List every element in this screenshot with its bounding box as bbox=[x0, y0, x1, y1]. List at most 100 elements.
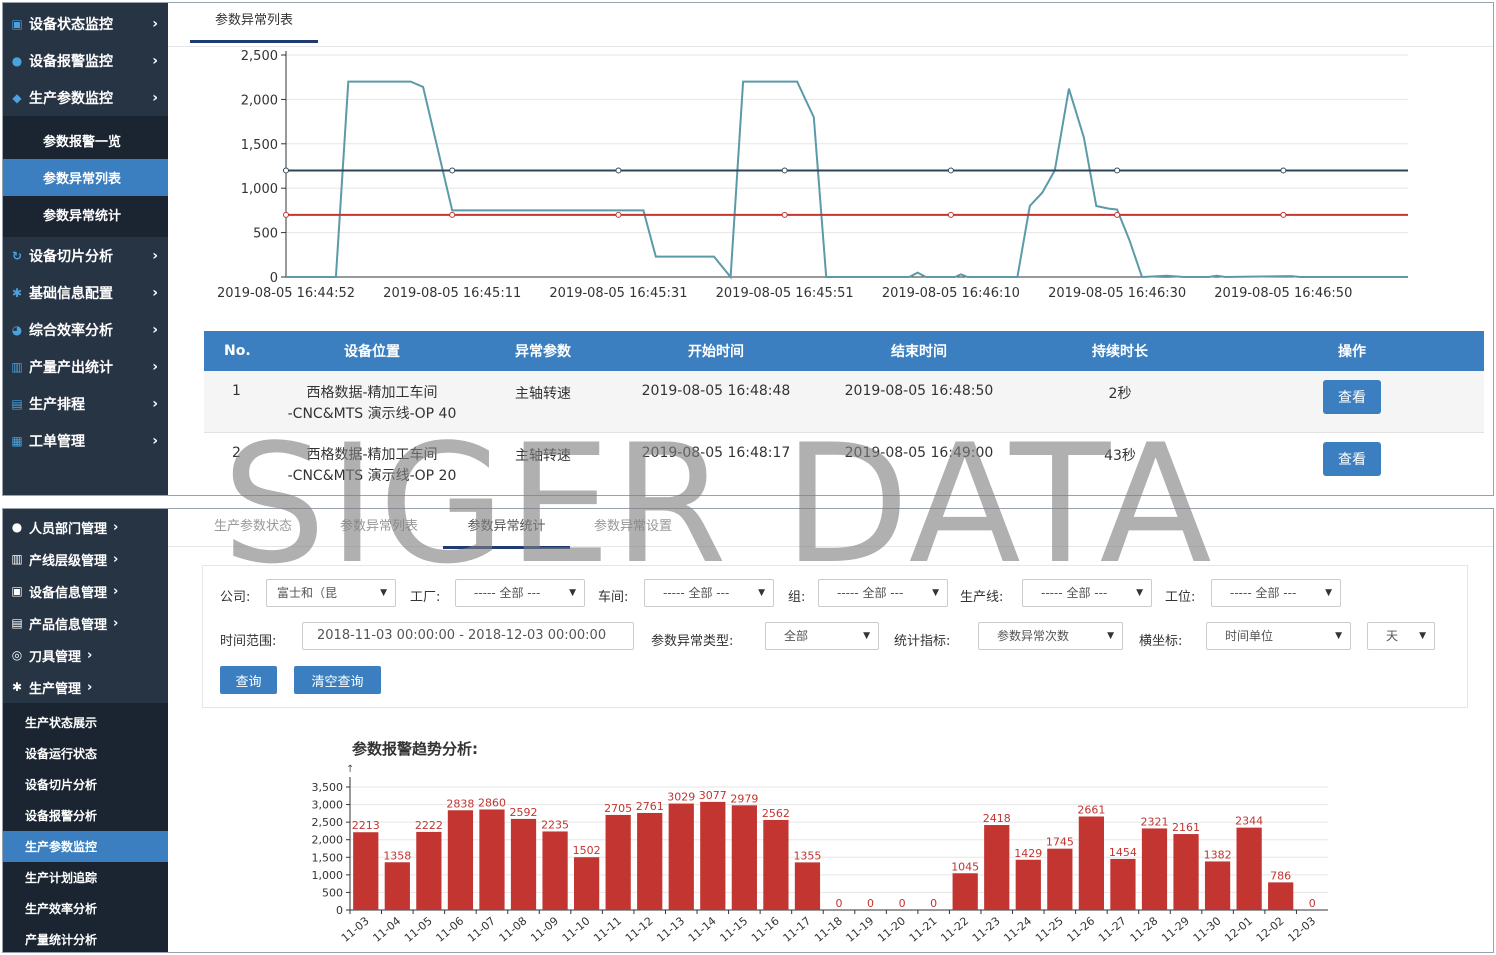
bar-data-label: 786 bbox=[1270, 869, 1291, 882]
sidebar-item-device-info[interactable]: ▣ 设备信息管理 › bbox=[3, 575, 168, 607]
sidebar-item-label: 刀具管理 bbox=[29, 649, 82, 665]
sidebar-subitem-efficiency[interactable]: 生产效率分析 bbox=[3, 893, 168, 924]
sidebar-subitem-plan-tracking[interactable]: 生产计划追踪 bbox=[3, 862, 168, 893]
bar bbox=[384, 862, 410, 910]
tab-param-anomaly-settings[interactable]: 参数异常设置 bbox=[578, 509, 688, 549]
sidebar-subitem-param-anomaly-stats[interactable]: 参数异常统计 bbox=[3, 196, 168, 233]
device-icon: ▣ bbox=[11, 584, 23, 598]
query-button[interactable]: 查询 bbox=[220, 666, 277, 694]
sidebar-item-production[interactable]: ✱ 生产管理 › bbox=[3, 671, 168, 703]
sidebar-item-tools[interactable]: ◎ 刀具管理 › bbox=[3, 639, 168, 671]
threshold-point bbox=[781, 211, 788, 218]
sidebar-subitem-label: 产量统计分析 bbox=[25, 933, 98, 947]
bar bbox=[637, 812, 663, 910]
sidebar-item-personnel[interactable]: ● 人员部门管理 › bbox=[3, 511, 168, 543]
bar-data-label: 1502 bbox=[573, 844, 601, 857]
view-button[interactable]: 查看 bbox=[1323, 380, 1381, 414]
sidebar-item-oee[interactable]: ◕ 综合效率分析 › bbox=[3, 311, 168, 348]
sidebar-item-label: 生产管理 bbox=[29, 681, 82, 697]
bar-data-label: 2344 bbox=[1235, 815, 1263, 828]
sidebar-item-label: 产量产出统计 bbox=[29, 359, 113, 376]
x-tick-label: 11-23 bbox=[970, 914, 1003, 945]
x-tick-label: 11-21 bbox=[907, 914, 940, 945]
x-tick-label: 2019-08-05 16:46:50 bbox=[1214, 286, 1352, 301]
threshold-point bbox=[449, 167, 456, 174]
sidebar-item-device-status[interactable]: ▣ 设备状态监控 › bbox=[3, 5, 168, 42]
top-tabbar: 参数异常列表 bbox=[168, 3, 1493, 47]
factory-value: ----- 全部 --- bbox=[474, 586, 541, 600]
anomaly-type-select[interactable]: 全部 ▼ bbox=[765, 622, 879, 650]
sidebar-subitem-production-status[interactable]: 生产状态展示 bbox=[3, 707, 168, 738]
x-tick-label: 12-01 bbox=[1222, 914, 1255, 945]
sidebar-item-device-slice[interactable]: ↻ 设备切片分析 › bbox=[3, 237, 168, 274]
bar-data-label: 2235 bbox=[541, 818, 569, 831]
factory-select[interactable]: ----- 全部 --- ▼ bbox=[455, 579, 585, 607]
caret-down-icon: ▼ bbox=[569, 588, 576, 598]
sidebar-item-output-stats[interactable]: ▥ 产量产出统计 › bbox=[3, 348, 168, 385]
caret-down-icon: ▼ bbox=[932, 588, 939, 598]
bar bbox=[794, 862, 821, 910]
sidebar-subitem-param-alarm-overview[interactable]: 参数报警一览 bbox=[3, 122, 168, 159]
bar-data-label: 1355 bbox=[793, 849, 821, 862]
sidebar-item-basic-config[interactable]: ✱ 基础信息配置 › bbox=[3, 274, 168, 311]
x-tick-label: 11-17 bbox=[781, 914, 814, 945]
sidebar-subitem-output-analysis[interactable]: 产量统计分析 bbox=[3, 924, 168, 952]
sidebar-item-label: 工单管理 bbox=[29, 433, 85, 450]
time-range-input[interactable]: 2018-11-03 00:00:00 - 2018-12-03 00:00:0… bbox=[302, 622, 634, 650]
xaxis-select[interactable]: 时间单位 ▼ bbox=[1206, 622, 1351, 650]
users-icon: ◆ bbox=[12, 90, 22, 105]
sidebar-subitem-production-params[interactable]: 生产参数监控 bbox=[3, 831, 168, 862]
metric-select[interactable]: 参数异常次数 ▼ bbox=[978, 622, 1123, 650]
sidebar-item-product-info[interactable]: ▤ 产品信息管理 › bbox=[3, 607, 168, 639]
tab-label: 生产参数状态 bbox=[213, 519, 292, 534]
line-select[interactable]: ----- 全部 --- ▼ bbox=[1022, 579, 1152, 607]
table-row: 1 西格数据-精加工车间 -CNC&MTS 演示线-OP 40 主轴转速 201… bbox=[204, 371, 1484, 432]
sidebar-item-scheduling[interactable]: ▤ 生产排程 › bbox=[3, 385, 168, 422]
chevron-right-icon: › bbox=[113, 519, 119, 535]
x-tick-label: 12-02 bbox=[1254, 914, 1287, 945]
bar-data-label: 2705 bbox=[604, 802, 632, 815]
calendar-icon: ▤ bbox=[11, 396, 23, 411]
clear-query-button[interactable]: 清空查询 bbox=[294, 666, 381, 694]
workshop-label: 车间: bbox=[598, 590, 629, 605]
sidebar-item-line-hierarchy[interactable]: ▥ 产线层级管理 › bbox=[3, 543, 168, 575]
bar bbox=[479, 809, 505, 910]
sidebar-item-work-orders[interactable]: ▦ 工单管理 › bbox=[3, 422, 168, 459]
sidebar-subitem-label: 生产计划追踪 bbox=[25, 871, 98, 885]
sidebar-subitem-device-slice[interactable]: 设备切片分析 bbox=[3, 769, 168, 800]
header-param: 异常参数 bbox=[515, 344, 571, 360]
sidebar-subitem-device-running[interactable]: 设备运行状态 bbox=[3, 738, 168, 769]
tab-param-anomaly-stats[interactable]: 参数异常统计 bbox=[443, 509, 570, 549]
bar bbox=[1204, 861, 1231, 910]
x-tick-label: 11-03 bbox=[339, 914, 372, 945]
cell-action: 查看 bbox=[1220, 371, 1484, 432]
sidebar-subitem-label: 设备切片分析 bbox=[25, 778, 98, 792]
sidebar-item-label: 人员部门管理 bbox=[29, 521, 108, 537]
sidebar-subitem-label: 参数异常统计 bbox=[43, 209, 122, 224]
sidebar-subitem-label: 参数报警一览 bbox=[43, 135, 122, 150]
bar-data-label: 2321 bbox=[1140, 815, 1168, 828]
y-tick-label: 500 bbox=[253, 227, 278, 242]
group-select[interactable]: ----- 全部 --- ▼ bbox=[818, 579, 948, 607]
chevron-down-icon: › bbox=[87, 679, 93, 695]
company-select[interactable]: 富士和（昆 ▼ bbox=[266, 579, 396, 607]
sidebar-item-device-alarm[interactable]: ● 设备报警监控 › bbox=[3, 42, 168, 79]
station-label: 工位: bbox=[1165, 590, 1196, 605]
bottom-sidebar: ● 人员部门管理 › ▥ 产线层级管理 › ▣ 设备信息管理 › ▤ 产品信息管… bbox=[3, 509, 168, 952]
tab-param-status[interactable]: 生产参数状态 bbox=[198, 509, 308, 549]
sidebar-item-label: 设备信息管理 bbox=[29, 585, 108, 601]
tab-param-anomaly-list[interactable]: 参数异常列表 bbox=[324, 509, 434, 549]
tab-param-anomaly-list[interactable]: 参数异常列表 bbox=[190, 3, 318, 43]
workshop-select[interactable]: ----- 全部 --- ▼ bbox=[644, 579, 774, 607]
chart-title: 参数报警趋势分析: bbox=[352, 740, 478, 758]
sidebar-item-production-params[interactable]: ◆ 生产参数监控 › bbox=[3, 79, 168, 116]
sidebar-subitem-device-alarm[interactable]: 设备报警分析 bbox=[3, 800, 168, 831]
y-tick-label: 2,500 bbox=[312, 816, 344, 829]
sidebar-subitem-param-anomaly-list[interactable]: 参数异常列表 bbox=[3, 159, 168, 196]
y-tick-label: 0 bbox=[336, 904, 343, 917]
bar-data-label: 2213 bbox=[352, 819, 380, 832]
time-range-value: 2018-11-03 00:00:00 - 2018-12-03 00:00:0… bbox=[317, 628, 607, 643]
station-select[interactable]: ----- 全部 --- ▼ bbox=[1211, 579, 1341, 607]
view-button[interactable]: 查看 bbox=[1323, 441, 1381, 476]
time-unit-select[interactable]: 天 ▼ bbox=[1367, 622, 1435, 650]
